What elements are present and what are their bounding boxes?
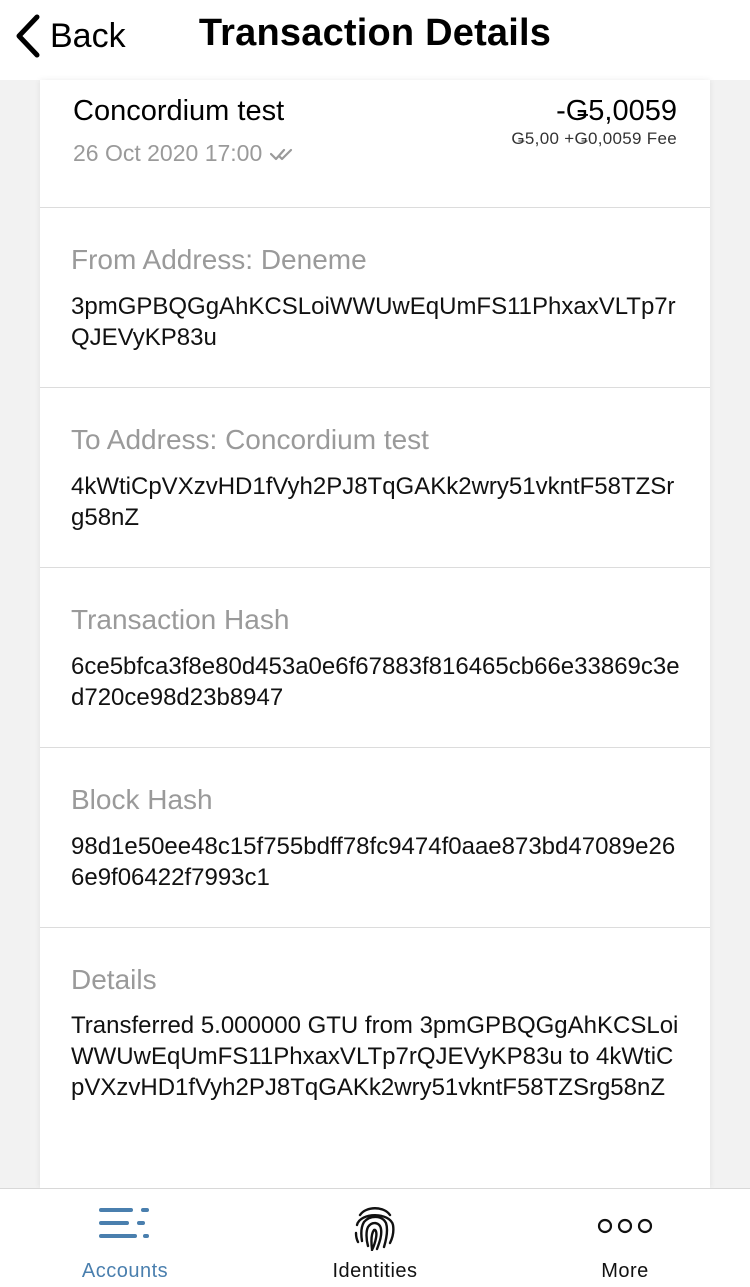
to-address-section: To Address: Concordium test 4kWtiCpVXzvH… [40,388,710,568]
tab-bar: Accounts Identities More [0,1188,750,1287]
page-title: Transaction Details [0,12,750,55]
block-hash-section: Block Hash 98d1e50ee48c15f755bdff78fc947… [40,748,710,928]
tab-label: More [601,1260,649,1282]
navigation-bar: Back Transaction Details [0,0,750,80]
tab-label: Accounts [81,1260,169,1282]
section-value: 6ce5bfca3f8e80d453a0e6f67883f816465cb66e… [71,653,680,711]
from-address-section: From Address: Deneme 3pmGPBQGgAhKCSLoiWW… [40,208,710,388]
section-value: 4kWtiCpVXzvHD1fVyh2PJ8TqGAKk2wry51vkntF5… [71,473,675,531]
tab-more[interactable]: More [500,1189,750,1287]
section-label: Block Hash [71,784,213,815]
section-value: 3pmGPBQGgAhKCSLoiWWUwEqUmFS11PhxaxVLTp7r… [71,293,676,351]
tab-identities[interactable]: Identities [250,1189,500,1287]
transaction-card: Concordium test 26 Oct 2020 17:00 -Ǥ5,00… [40,80,710,1188]
transaction-date-text: 26 Oct 2020 17:00 [73,140,263,166]
section-label: Transaction Hash [71,604,290,635]
tab-label: Identities [332,1260,418,1282]
section-label: From Address: Deneme [71,244,367,275]
accounts-list-icon [99,1208,149,1238]
transaction-date: 26 Oct 2020 17:00 [73,140,296,167]
transaction-amount: -Ǥ5,0059 [556,95,677,127]
counterparty-name: Concordium test [73,95,285,127]
transaction-summary: Concordium test 26 Oct 2020 17:00 -Ǥ5,00… [40,80,710,208]
fingerprint-icon [354,1207,395,1251]
double-check-icon [270,148,293,160]
details-section: Details Transferred 5.000000 GTU from 3p… [40,928,710,1103]
page-title-text: Transaction Details [198,12,552,54]
amount-breakdown: Ǥ5,00 +Ǥ0,0059 Fee [511,129,677,148]
more-dots-icon [597,1218,653,1234]
section-value: 98d1e50ee48c15f755bdff78fc9474f0aae873bd… [71,833,676,891]
transaction-hash-section: Transaction Hash 6ce5bfca3f8e80d453a0e6f… [40,568,710,748]
tab-accounts[interactable]: Accounts [0,1189,250,1287]
section-label: Details [71,964,157,995]
section-value: Transferred 5.000000 GTU from 3pmGPBQGgA… [71,1012,679,1101]
section-label: To Address: Concordium test [71,424,429,455]
